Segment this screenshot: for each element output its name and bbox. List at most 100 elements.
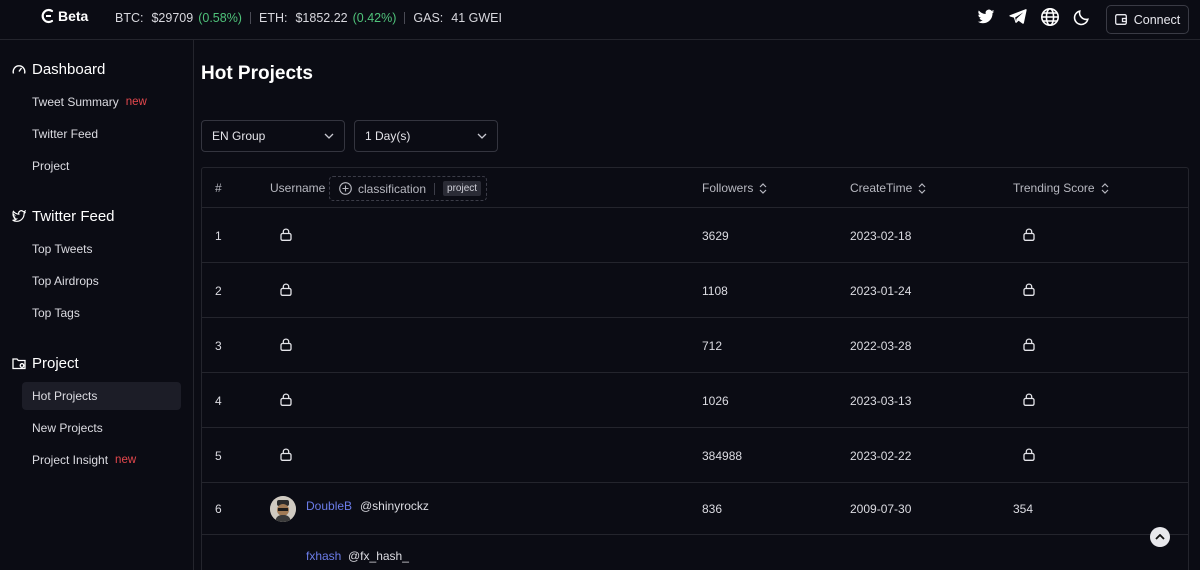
project-handle[interactable]: @shinyrockz [360, 499, 429, 513]
sort-icon [918, 182, 926, 194]
lock-icon [1023, 283, 1035, 296]
classification-tag[interactable]: project [443, 181, 482, 196]
column-index: # [215, 181, 222, 195]
group-select[interactable]: EN Group [201, 120, 345, 152]
row-createtime: 2022-03-28 [850, 339, 912, 353]
price-ticker: BTC: $29709 (0.58%) ETH: $1852.22 (0.42%… [115, 11, 502, 25]
sidebar-item-top-tweets[interactable]: Top Tweets [22, 235, 181, 263]
row-followers: 712 [702, 339, 723, 353]
table-row[interactable]: 1 3629 2023-02-18 [202, 208, 1188, 263]
sidebar-item-project-insight[interactable]: Project Insight new [22, 446, 181, 474]
column-trending-score[interactable]: Trending Score [1013, 181, 1109, 195]
row-createtime: 2023-03-13 [850, 394, 912, 408]
sidebar-item-top-tags[interactable]: Top Tags [22, 299, 181, 327]
gas-value: 41 GWEI [451, 11, 502, 25]
eth-label: ETH: [258, 11, 288, 25]
project-handle[interactable]: @fx_hash_ [348, 549, 409, 563]
telegram-icon[interactable] [1006, 4, 1030, 28]
eth-change: (0.42%) [352, 11, 397, 25]
logo-icon [40, 8, 56, 24]
sidebar-item-label: New Projects [32, 421, 103, 435]
row-index: 1 [215, 229, 222, 243]
table-row[interactable]: 6 DoubleB @shinyrockz 836 2009-07-30 354 [202, 483, 1188, 535]
twitter-icon[interactable] [974, 5, 998, 29]
lock-icon [280, 393, 292, 406]
sidebar-item-label: Top Tags [32, 306, 80, 320]
sidebar-section-project[interactable]: Project [12, 355, 79, 372]
sidebar-section-dashboard[interactable]: Dashboard [12, 61, 105, 78]
lock-icon [280, 283, 292, 296]
lock-icon [1023, 393, 1035, 406]
ticker-divider [404, 12, 406, 24]
sidebar-item-label: Project Insight [32, 453, 109, 467]
row-createtime: 2023-02-18 [850, 229, 912, 243]
sidebar-item-label: Hot Projects [32, 389, 98, 403]
plus-circle-icon [339, 182, 352, 195]
column-createtime[interactable]: CreateTime [850, 181, 926, 195]
sidebar-item-top-airdrops[interactable]: Top Airdrops [22, 267, 181, 295]
project-name-link[interactable]: DoubleB [306, 499, 352, 513]
column-username: Username [270, 181, 326, 195]
lock-icon [1023, 448, 1035, 461]
btc-price: $29709 [151, 11, 194, 25]
sidebar-item-label: Top Tweets [32, 242, 93, 256]
sidebar-item-label: Top Airdrops [32, 274, 99, 288]
row-index: 3 [215, 339, 222, 353]
table-row[interactable]: 5 384988 2023-02-22 [202, 428, 1188, 483]
column-label: CreateTime [850, 181, 913, 195]
btc-change: (0.58%) [198, 11, 242, 25]
sidebar-item-project[interactable]: Project [22, 152, 181, 180]
new-badge: new [115, 454, 137, 466]
lock-icon [1023, 338, 1035, 351]
scroll-to-top-button[interactable] [1150, 527, 1170, 547]
new-badge: new [125, 96, 147, 108]
row-createtime: 2009-07-30 [850, 502, 912, 516]
sort-icon [1101, 182, 1109, 194]
lock-icon [1023, 228, 1035, 241]
connect-button[interactable]: Connect [1106, 5, 1189, 34]
chevron-up-icon [1155, 534, 1165, 540]
period-select-value: 1 Day(s) [365, 129, 411, 143]
sidebar-item-new-projects[interactable]: New Projects [22, 414, 181, 442]
table-row[interactable]: 2 1108 2023-01-24 [202, 263, 1188, 318]
sidebar-item-label: Twitter Feed [32, 127, 99, 141]
table-row[interactable]: 3 712 2022-03-28 [202, 318, 1188, 373]
section-title: Dashboard [32, 61, 106, 78]
connect-label: Connect [1133, 12, 1181, 27]
sidebar: Dashboard Tweet Summary new Twitter Feed… [0, 40, 194, 570]
project-name-link[interactable]: fxhash [306, 549, 341, 563]
row-index: 6 [215, 502, 222, 516]
sidebar-item-twitter-feed[interactable]: Twitter Feed [22, 120, 181, 148]
moon-icon[interactable] [1070, 5, 1094, 29]
table-row[interactable]: 4 1026 2023-03-13 [202, 373, 1188, 428]
twitter-icon [12, 210, 26, 223]
row-trending-score: 354 [1013, 502, 1034, 516]
chip-divider [434, 182, 436, 195]
row-followers: 384988 [702, 449, 743, 463]
column-followers[interactable]: Followers [702, 181, 767, 195]
sidebar-item-tweet-summary[interactable]: Tweet Summary new [22, 88, 181, 116]
globe-icon[interactable] [1038, 5, 1062, 29]
btc-label: BTC: [115, 11, 144, 25]
ticker-divider [249, 12, 251, 24]
row-createtime: 2023-02-22 [850, 449, 912, 463]
sidebar-item-label: Project [32, 159, 70, 173]
chevron-down-icon [477, 133, 487, 139]
sidebar-section-twitter-feed[interactable]: Twitter Feed [12, 208, 115, 225]
classification-filter[interactable]: classification project [329, 176, 487, 201]
table-row[interactable]: fxhash @fx_hash_ [202, 535, 1188, 570]
sort-icon [759, 182, 767, 194]
section-title: Project [32, 355, 79, 372]
chevron-down-icon [324, 133, 334, 139]
sidebar-item-hot-projects[interactable]: Hot Projects [22, 382, 181, 410]
gas-label: GAS: [413, 11, 444, 25]
section-title: Twitter Feed [32, 208, 115, 225]
logo[interactable]: Beta [40, 8, 88, 24]
row-index: 5 [215, 449, 222, 463]
avatar[interactable] [270, 496, 296, 522]
period-select[interactable]: 1 Day(s) [354, 120, 498, 152]
column-label: Trending Score [1013, 181, 1095, 195]
top-bar: Beta BTC: $29709 (0.58%) ETH: $1852.22 (… [0, 0, 1200, 40]
folder-icon [12, 357, 26, 370]
lock-icon [280, 338, 292, 351]
